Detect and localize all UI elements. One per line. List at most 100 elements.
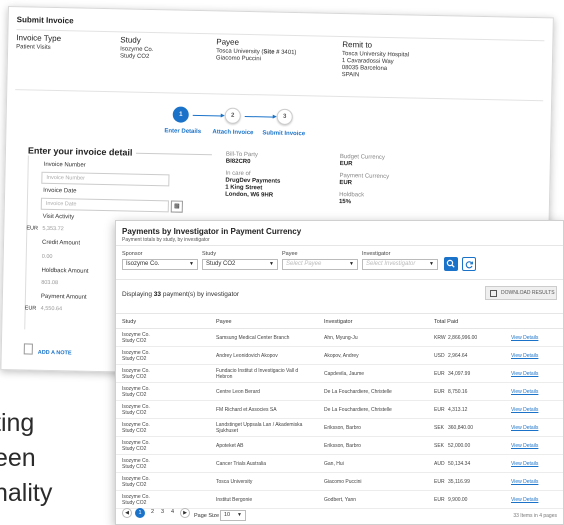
study-name: Study CO2 bbox=[122, 464, 147, 470]
step-1-indicator[interactable]: 1 bbox=[172, 106, 189, 123]
calendar-icon[interactable]: ▦ bbox=[170, 200, 183, 213]
page-link[interactable]: 2 bbox=[151, 509, 154, 515]
payment-amount-currency: EUR bbox=[24, 305, 37, 312]
payee-filter-label: Payee bbox=[282, 251, 298, 257]
remit-to-label: Remit to bbox=[342, 40, 373, 50]
view-details-link[interactable]: View Details bbox=[511, 407, 538, 413]
invoice-number-input[interactable]: Invoice Number bbox=[41, 171, 170, 187]
amount-cell: 2,866,996.00 bbox=[448, 335, 478, 341]
payee-cell: FM Richard et Associes SA bbox=[216, 407, 277, 413]
table-row: Isozyme Co. Study CO2 Andrey Leonidovich A… bbox=[116, 347, 563, 365]
study-cell: Isozyme Co. Study CO2 bbox=[122, 404, 150, 416]
bill-to-value: BI82CR0 bbox=[225, 158, 251, 166]
download-results-button[interactable]: DOWNLOAD RESULTS bbox=[485, 286, 557, 300]
payee-name: Cancer Trials Australia bbox=[216, 461, 267, 467]
step-3-indicator[interactable]: 3 bbox=[276, 108, 293, 125]
divider bbox=[15, 89, 544, 102]
sponsor-select[interactable]: Isozyme Co. ▼ bbox=[122, 259, 198, 270]
page-link[interactable]: 4 bbox=[171, 509, 174, 515]
step-2-label[interactable]: Attach Invoice bbox=[212, 129, 253, 136]
study-select[interactable]: Study CO2 ▼ bbox=[202, 259, 278, 270]
study-cell: Isozyme Co. Study CO2 bbox=[122, 386, 150, 398]
amount-cell: 360,840.00 bbox=[448, 425, 474, 431]
study-value: Study CO2 bbox=[206, 261, 236, 267]
payee-select[interactable]: Select Payee ▼ bbox=[282, 259, 358, 270]
payee-cell: Landstinget Uppsala Lan / Akademiska Sjuk… bbox=[216, 422, 302, 434]
column-header-total-paid[interactable]: Total Paid bbox=[434, 319, 458, 325]
study-cell: Isozyme Co. Study CO2 bbox=[122, 458, 150, 470]
amount-cell: 4,313.12 bbox=[448, 407, 468, 413]
bg-text-2: een bbox=[0, 444, 36, 472]
view-details-link[interactable]: View Details bbox=[511, 461, 538, 467]
payments-subtitle: Payment totals by study, by investigator bbox=[122, 237, 210, 243]
download-icon bbox=[490, 290, 497, 297]
view-details-link[interactable]: View Details bbox=[511, 353, 538, 359]
investigator-cell: De La Fouchardiere, Christelle bbox=[324, 407, 392, 413]
table-row: Isozyme Co. Study CO2 Cancer Trials Austra… bbox=[116, 455, 563, 473]
view-details-link[interactable]: View Details bbox=[511, 497, 538, 503]
visit-activity-currency: EUR bbox=[26, 225, 39, 232]
view-details-link[interactable]: View Details bbox=[511, 389, 538, 395]
study-cell: Isozyme Co. Study CO2 bbox=[122, 440, 150, 452]
investigator-filter-label: Investigator bbox=[362, 251, 391, 257]
study-line2: Study CO2 bbox=[119, 53, 150, 60]
step-3-label[interactable]: Submit Invoice bbox=[262, 130, 305, 137]
page-link[interactable]: 3 bbox=[161, 509, 164, 515]
payee-label: Payee bbox=[216, 37, 240, 47]
search-button[interactable] bbox=[444, 257, 458, 271]
divider bbox=[135, 152, 212, 156]
step-2-indicator[interactable]: 2 bbox=[224, 107, 241, 124]
column-header-study[interactable]: Study bbox=[122, 319, 136, 325]
caret-down-icon: ▼ bbox=[269, 261, 274, 267]
in-care-of-line: London, W6 9HR bbox=[225, 191, 274, 199]
payments-title: Payments by Investigator in Payment Curr… bbox=[122, 227, 302, 236]
view-details-link[interactable]: View Details bbox=[511, 443, 538, 449]
study-label: Study bbox=[120, 35, 141, 45]
invoice-title: Submit Invoice bbox=[16, 15, 74, 26]
view-details-link[interactable]: View Details bbox=[511, 479, 538, 485]
table-row: Isozyme Co. Study CO2 Fundacio Institut d … bbox=[116, 365, 563, 383]
currency-block: Budget Currency EUR Payment Currency EUR… bbox=[339, 154, 390, 207]
view-details-link[interactable]: View Details bbox=[511, 425, 538, 431]
reset-button[interactable] bbox=[462, 257, 476, 271]
sponsor-label: Sponsor bbox=[122, 251, 143, 257]
table-row: Isozyme Co. Study CO2 Samsung Medical Cent… bbox=[116, 329, 563, 347]
bg-text-3: nality bbox=[0, 479, 53, 507]
add-note-button[interactable]: ADD A NOTE bbox=[38, 350, 72, 357]
investigator-select[interactable]: Select Investigator ▼ bbox=[362, 259, 438, 270]
payee-name: Samsung Medical Center Branch bbox=[216, 335, 290, 341]
column-header-investigator[interactable]: Investigator bbox=[324, 319, 352, 325]
step-1-label[interactable]: Enter Details bbox=[164, 128, 201, 135]
currency-cell: EUR bbox=[434, 497, 445, 503]
page-size-value: 10 bbox=[224, 512, 231, 518]
view-details-link[interactable]: View Details bbox=[511, 371, 538, 377]
holdback-amount-label: Holdback Amount bbox=[41, 267, 89, 275]
remit-line: SPAIN bbox=[341, 72, 360, 79]
invoice-number-label: Invoice Number bbox=[43, 161, 86, 169]
bg-text-1: ting bbox=[0, 409, 35, 437]
summary-suffix: payment(s) by investigator bbox=[161, 291, 240, 298]
payment-amount-value: 4,550.64 bbox=[40, 305, 63, 313]
next-page-icon[interactable]: ▶ bbox=[180, 508, 190, 518]
results-summary: Displaying 33 payment(s) by investigator bbox=[122, 291, 239, 298]
table-row: Isozyme Co. Study CO2 Institut Bergonie God… bbox=[116, 491, 563, 509]
column-header-payee[interactable]: Payee bbox=[216, 319, 232, 325]
prev-page-icon[interactable]: ◀ bbox=[122, 508, 132, 518]
section-border bbox=[24, 155, 29, 330]
payee-block: Payee Tosca University (Site # 3401) Gia… bbox=[216, 37, 297, 64]
site-label: Site # bbox=[263, 49, 280, 56]
view-details-link[interactable]: View Details bbox=[511, 335, 538, 341]
divider bbox=[116, 245, 563, 246]
invoice-date-input[interactable]: Invoice Date bbox=[40, 197, 169, 213]
payee-cell: Andrey Leonidovich Akopov bbox=[216, 353, 278, 359]
page-size-select[interactable]: 10 ▼ bbox=[220, 510, 246, 521]
currency-cell: AUD bbox=[434, 461, 445, 467]
step-arrow bbox=[192, 114, 223, 117]
investigator-cell: Eriksson, Barbro bbox=[324, 443, 361, 449]
page-current[interactable]: 1 bbox=[135, 508, 145, 518]
credit-amount-value[interactable]: 0.00 bbox=[42, 254, 53, 260]
invoice-type-block: Invoice Type Patient Visits bbox=[16, 33, 61, 52]
investigator-cell: Ahn, Myung-Ju bbox=[324, 335, 358, 341]
invoice-date-label: Invoice Date bbox=[43, 187, 77, 195]
visit-activity-label: Visit Activity bbox=[42, 213, 75, 221]
